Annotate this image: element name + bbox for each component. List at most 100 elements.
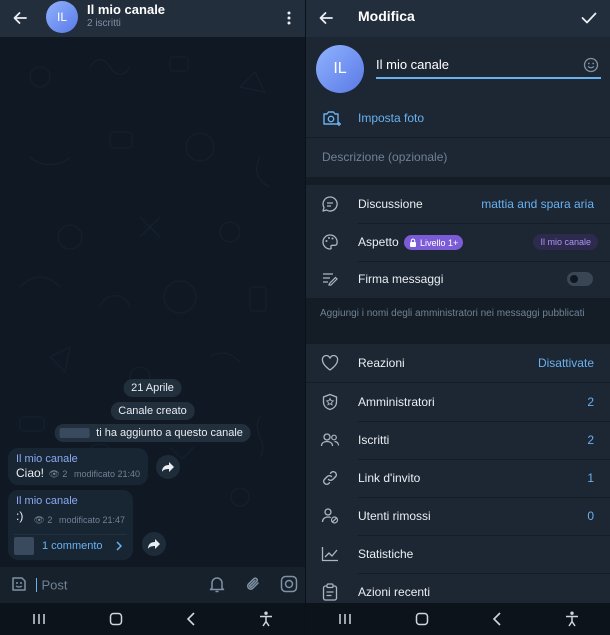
discussion-row[interactable]: Discussione mattia and spara aria: [306, 185, 610, 223]
chart-icon: [320, 544, 340, 564]
appearance-label: Aspetto: [358, 235, 399, 249]
camera-button[interactable]: [279, 574, 299, 594]
users-icon: [320, 430, 340, 450]
forward-button[interactable]: [156, 455, 180, 479]
instant-camera-icon: [280, 575, 298, 593]
service-user-added-text: ti ha aggiunto a questo canale: [96, 427, 243, 439]
service-channel-created: Canale creato: [110, 402, 195, 420]
more-vertical-icon: [287, 11, 291, 25]
invite-link-label: Link d'invito: [358, 471, 421, 485]
message-input-bar: Post: [0, 567, 305, 603]
description-placeholder: Descrizione (opzionale): [322, 150, 448, 164]
appearance-value: Il mio canale: [540, 237, 591, 247]
message-bubble[interactable]: Il mio canale Ciao! 👁 2 modificato 21:40: [8, 448, 148, 485]
message-bubble[interactable]: Il mio canale :) 👁 2 modificato 21:47 1 …: [8, 490, 133, 560]
channel-avatar[interactable]: IL: [316, 45, 364, 93]
reactions-value: Disattivate: [537, 356, 594, 370]
statistics-label: Statistiche: [358, 547, 414, 561]
edit-channel-screen: Modifica IL Il mio canale Imposta foto D…: [305, 0, 610, 635]
more-menu-button[interactable]: [281, 8, 297, 28]
shield-star-icon: [320, 392, 340, 412]
home-icon[interactable]: [415, 612, 429, 626]
message-views: 2: [47, 515, 53, 525]
removed-users-label: Utenti rimossi: [358, 509, 431, 523]
profile-section: IL Il mio canale Imposta foto Descrizion…: [306, 37, 610, 177]
system-nav-bar: [306, 603, 610, 635]
sticker-icon: [12, 577, 26, 591]
back-nav-icon[interactable]: [492, 612, 502, 626]
arrow-left-icon: [13, 12, 27, 24]
chat-bubble-icon: [320, 194, 340, 214]
eye-icon: 👁: [33, 515, 45, 525]
channel-subtitle: 2 iscritti: [87, 18, 121, 29]
admins-label: Amministratori: [358, 395, 435, 409]
subscribers-row[interactable]: Iscritti 2: [306, 421, 610, 459]
back-button[interactable]: [316, 8, 336, 28]
statistics-row[interactable]: Statistiche: [306, 535, 610, 573]
sign-messages-label: Firma messaggi: [358, 272, 444, 286]
heart-icon: [320, 353, 340, 373]
lock-icon: [410, 238, 416, 247]
channel-avatar-initials: IL: [56, 10, 67, 24]
level-badge: Livello 1+: [404, 235, 464, 250]
forward-button[interactable]: [142, 532, 166, 556]
recent-actions-label: Azioni recenti: [358, 585, 431, 599]
sign-messages-row[interactable]: Firma messaggi: [306, 260, 610, 298]
invite-link-row[interactable]: Link d'invito 1: [306, 459, 610, 497]
set-photo-row[interactable]: Imposta foto: [306, 99, 610, 137]
channel-avatar[interactable]: IL: [46, 1, 78, 33]
channel-name-input[interactable]: Il mio canale: [376, 55, 601, 79]
service-user-added: ti ha aggiunto a questo canale: [54, 424, 251, 442]
save-button[interactable]: [578, 7, 600, 29]
back-button[interactable]: [10, 8, 30, 28]
accessibility-icon[interactable]: [565, 611, 579, 627]
silent-post-button[interactable]: [207, 574, 227, 594]
signature-hint-block: Aggiungi i nomi degli amministratori nei…: [306, 298, 610, 344]
reactions-row[interactable]: Reazioni Disattivate: [306, 344, 610, 382]
settings-section-2: Reazioni Disattivate Amministratori 2 Is…: [306, 344, 610, 603]
level-badge-text: Livello 1+: [420, 237, 459, 248]
discussion-value: mattia and spara aria: [481, 197, 594, 211]
recent-apps-icon[interactable]: [32, 613, 46, 625]
clipboard-icon: [320, 582, 340, 602]
removed-users-row[interactable]: Utenti rimossi 0: [306, 497, 610, 535]
channel-title[interactable]: Il mio canale: [87, 2, 165, 17]
subscribers-label: Iscritti: [358, 433, 390, 447]
settings-section-1: Discussione mattia and spara aria Aspett…: [306, 185, 610, 298]
reactions-label: Reazioni: [358, 356, 405, 370]
post-input[interactable]: Post: [36, 576, 186, 594]
admins-row[interactable]: Amministratori 2: [306, 383, 610, 421]
doodle-pattern: [19, 56, 271, 516]
sign-messages-toggle[interactable]: [567, 272, 593, 286]
camera-add-icon: [323, 111, 341, 126]
description-input[interactable]: Descrizione (opzionale): [322, 143, 594, 171]
check-icon: [581, 12, 597, 24]
set-photo-label: Imposta foto: [358, 111, 425, 125]
paperclip-icon: [246, 577, 259, 590]
divider: [306, 137, 610, 138]
system-nav-bar: [0, 603, 305, 635]
discussion-label: Discussione: [358, 197, 423, 211]
channel-name-value: Il mio canale: [376, 57, 449, 72]
appearance-row[interactable]: Aspetto Livello 1+ Il mio canale: [306, 223, 610, 261]
back-nav-icon[interactable]: [186, 612, 196, 626]
emoji-icon[interactable]: [583, 57, 599, 73]
date-separator: 21 Aprile: [123, 379, 182, 397]
section-gap: [306, 177, 610, 185]
commenter-avatar: [14, 536, 34, 555]
recent-apps-icon[interactable]: [338, 613, 352, 625]
sticker-button[interactable]: [9, 574, 29, 594]
arrow-left-icon: [319, 12, 333, 24]
invite-link-value: 1: [587, 471, 594, 485]
accessibility-icon[interactable]: [259, 611, 273, 627]
removed-users-value: 0: [587, 509, 594, 523]
subscribers-value: 2: [587, 433, 594, 447]
appearance-value-chip: Il mio canale: [533, 234, 598, 250]
redacted-user: [59, 428, 90, 439]
comments-row[interactable]: 1 commento: [14, 534, 127, 556]
bell-icon: [209, 576, 225, 592]
attach-button[interactable]: [243, 574, 263, 594]
share-arrow-icon: [148, 539, 160, 549]
signature-icon: [320, 269, 340, 289]
home-icon[interactable]: [109, 612, 123, 626]
